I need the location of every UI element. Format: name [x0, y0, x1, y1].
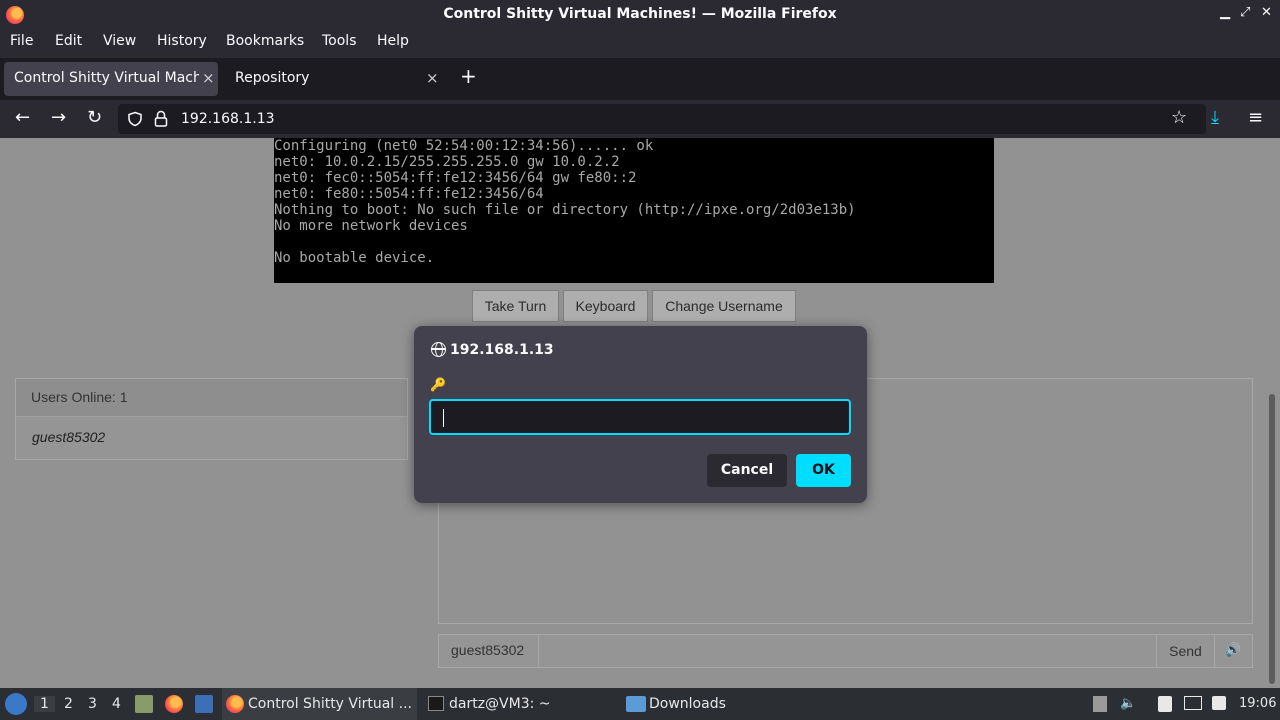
menu-view[interactable]: View — [103, 33, 136, 49]
desktop-launcher-icon[interactable] — [195, 695, 213, 713]
tray-updates-icon[interactable] — [1093, 696, 1107, 712]
take-turn-button[interactable]: Take Turn — [472, 290, 559, 322]
console-line: No bootable device. — [274, 250, 435, 266]
user-list-item: guest85302 — [32, 429, 106, 445]
maximize-button[interactable]: ⤢ — [1240, 5, 1250, 20]
minimize-button[interactable]: ▁ — [1220, 5, 1230, 20]
notifications-tray-icon[interactable] — [1212, 696, 1226, 710]
workspace-3[interactable]: 3 — [88, 696, 97, 712]
navigation-bar: ← → ↻ 192.168.1.13 ☆ ⤓ ≡ — [0, 100, 1280, 138]
firefox-launcher-icon[interactable] — [165, 695, 183, 713]
tab-bar: Control Shitty Virtual Machin × Reposito… — [0, 58, 1280, 100]
task-downloads[interactable]: Downloads — [622, 688, 812, 720]
close-tab-icon[interactable]: × — [202, 69, 215, 87]
clipboard-tray-icon[interactable] — [1158, 696, 1172, 712]
forward-button[interactable]: → — [51, 108, 66, 128]
display-tray-icon[interactable] — [1184, 696, 1202, 710]
task-terminal[interactable]: dartz@VM3: ~ — [424, 688, 614, 720]
tab-repository[interactable]: Repository × — [225, 62, 447, 96]
task-label: dartz@VM3: ~ — [449, 696, 551, 712]
menu-file[interactable]: File — [10, 33, 33, 49]
firefox-icon — [226, 695, 244, 713]
menu-tools[interactable]: Tools — [322, 33, 357, 49]
console-line: Configuring (net0 52:54:00:12:34:56)....… — [274, 138, 654, 154]
keyboard-button[interactable]: Keyboard — [563, 290, 648, 322]
start-menu-icon[interactable] — [5, 693, 27, 715]
dialog-title: 192.168.1.13 — [450, 342, 554, 358]
close-tab-icon[interactable]: × — [426, 69, 439, 87]
task-label: Downloads — [649, 696, 726, 712]
console-line: net0: fe80::5054:ff:fe12:3456/64 — [274, 186, 544, 202]
task-label: Control Shitty Virtual ... — [248, 696, 412, 712]
menu-help[interactable]: Help — [377, 33, 409, 49]
workspace-2[interactable]: 2 — [64, 696, 73, 712]
bookmark-star-icon[interactable]: ☆ — [1171, 108, 1187, 128]
password-input[interactable] — [429, 399, 851, 435]
console-line: No more network devices — [274, 218, 468, 234]
volume-icon[interactable]: 🔊 — [1214, 635, 1252, 667]
url-text: 192.168.1.13 — [181, 111, 275, 127]
page-scrollbar[interactable] — [1269, 394, 1275, 684]
key-icon: 🔑 — [430, 378, 447, 393]
close-window-button[interactable]: ✕ — [1261, 5, 1272, 20]
users-online-panel: Users Online: 1 guest85302 — [15, 378, 408, 460]
downloads-icon[interactable]: ⤓ — [1211, 108, 1219, 128]
text-caret — [443, 409, 444, 427]
send-button[interactable]: Send — [1156, 635, 1214, 667]
vm-screen[interactable]: Configuring (net0 52:54:00:12:34:56)....… — [274, 138, 994, 283]
file-manager-launcher-icon[interactable] — [135, 695, 153, 713]
lock-icon[interactable] — [154, 110, 168, 128]
workspace-4[interactable]: 4 — [112, 696, 121, 712]
terminal-icon — [428, 696, 444, 711]
ok-button[interactable]: OK — [796, 454, 851, 487]
back-button[interactable]: ← — [15, 108, 30, 128]
menu-edit[interactable]: Edit — [55, 33, 82, 49]
app-menu-icon[interactable]: ≡ — [1248, 108, 1263, 128]
globe-icon — [431, 342, 446, 357]
tab-control-vm[interactable]: Control Shitty Virtual Machin × — [4, 62, 218, 96]
console-line: net0: 10.0.2.15/255.255.255.0 gw 10.0.2.… — [274, 154, 620, 170]
users-online-header: Users Online: 1 — [16, 379, 407, 417]
reload-button[interactable]: ↻ — [87, 108, 102, 128]
menu-bar: File Edit View History Bookmarks Tools H… — [0, 30, 1280, 58]
change-username-button[interactable]: Change Username — [652, 290, 796, 322]
cancel-button[interactable]: Cancel — [707, 454, 787, 487]
folder-icon — [626, 696, 646, 712]
menu-history[interactable]: History — [157, 33, 207, 49]
task-firefox[interactable]: Control Shitty Virtual ... — [222, 688, 417, 720]
chat-message-input[interactable] — [540, 635, 1156, 667]
password-prompt-dialog: 192.168.1.13 🔑 Cancel OK — [414, 326, 867, 503]
new-tab-button[interactable]: + — [460, 64, 480, 88]
url-bar[interactable]: 192.168.1.13 — [118, 104, 1206, 134]
clock: 19:06 — [1239, 696, 1277, 711]
menu-bookmarks[interactable]: Bookmarks — [226, 33, 304, 49]
shield-icon[interactable] — [127, 111, 143, 127]
volume-tray-icon[interactable]: 🔈 — [1120, 696, 1136, 711]
console-line: net0: fec0::5054:ff:fe12:3456/64 gw fe80… — [274, 170, 637, 186]
tab-label: Control Shitty Virtual Machin — [14, 70, 199, 86]
chat-input-bar: guest85302 Send 🔊 — [438, 634, 1253, 668]
tab-label: Repository — [235, 70, 310, 86]
system-taskbar: 1 2 3 4 Control Shitty Virtual ... dartz… — [0, 688, 1280, 720]
window-title: Control Shitty Virtual Machines! — Mozil… — [443, 6, 837, 22]
workspace-1[interactable]: 1 — [34, 696, 55, 712]
window-titlebar: Control Shitty Virtual Machines! — Mozil… — [0, 0, 1280, 30]
console-line: Nothing to boot: No such file or directo… — [274, 202, 856, 218]
chat-username-label: guest85302 — [439, 635, 539, 667]
